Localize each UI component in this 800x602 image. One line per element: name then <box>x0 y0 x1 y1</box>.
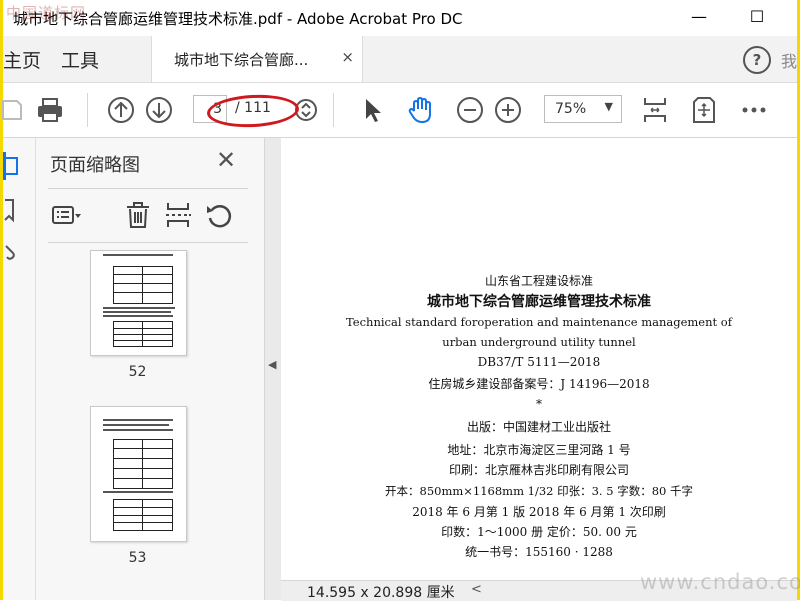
rotate-page-icon[interactable] <box>204 200 234 230</box>
panel-divider <box>48 242 248 243</box>
select-tool-icon[interactable] <box>357 95 387 125</box>
zoom-out-icon[interactable] <box>455 95 485 125</box>
tab-document-label: 城市地下综合管廊... <box>174 51 309 69</box>
doc-line: 印数：1～1000 册 定价：50. 00 元 <box>441 525 637 539</box>
scroll-left-icon[interactable]: < <box>471 582 482 597</box>
doc-line: * <box>536 397 542 411</box>
tab-bar: 主页 工具 城市地下综合管廊... × ? 我 <box>3 36 797 83</box>
thumbnail-text-line <box>103 315 173 317</box>
zoom-value: 75% <box>555 101 587 117</box>
toolbar-separator <box>333 93 334 127</box>
previous-page-icon[interactable] <box>106 95 136 125</box>
print-icon[interactable] <box>35 95 65 125</box>
full-screen-icon[interactable] <box>689 95 719 125</box>
page-thumbnail-53[interactable] <box>90 406 187 542</box>
doc-line: urban underground utility tunnel <box>442 335 636 349</box>
close-icon[interactable]: ✕ <box>216 146 236 174</box>
zoom-select[interactable]: 75% ▼ <box>544 95 622 123</box>
thumbnail-table <box>113 321 173 347</box>
navigation-pane-strip <box>3 138 36 600</box>
doc-line: 地址：北京市海淀区三里河路 1 号 <box>447 443 631 457</box>
doc-line: 住房城乡建设部备案号：J 14196—2018 <box>428 377 650 391</box>
document-view[interactable]: 山东省工程建设标准 城市地下综合管廊运维管理技术标准 Technical sta… <box>281 138 797 580</box>
help-icon[interactable]: ? <box>743 46 771 74</box>
panel-divider <box>48 188 248 189</box>
thumbnail-table <box>113 439 173 489</box>
toolbar-separator <box>87 93 88 127</box>
doc-line: Technical standard foroperation and main… <box>346 315 732 329</box>
tab-document[interactable]: 城市地下综合管廊... × <box>151 36 363 82</box>
doc-line: 2018 年 6 月第 1 版 2018 年 6 月第 1 次印刷 <box>412 505 666 519</box>
thumbnail-text-line <box>103 419 173 421</box>
thumbnail-page-number: 53 <box>128 550 147 566</box>
page-size-readout: 14.595 x 20.898 厘米 <box>307 585 455 601</box>
delete-page-icon[interactable] <box>123 200 153 230</box>
page-thumbnail-52[interactable] <box>90 250 187 356</box>
bookmarks-icon[interactable] <box>3 196 31 224</box>
doc-title: 城市地下综合管廊运维管理技术标准 <box>427 294 651 310</box>
panel-title: 页面缩略图 <box>50 155 140 176</box>
fit-page-icon[interactable] <box>640 95 670 125</box>
doc-line: DB37/T 5111—2018 <box>477 355 601 369</box>
thumbnails-panel: 页面缩略图 ✕ 52 53 <box>36 138 290 600</box>
insert-page-icon[interactable] <box>163 200 193 230</box>
thumbnail-text-line <box>103 429 173 431</box>
zoom-in-icon[interactable] <box>493 95 523 125</box>
doc-line: 开本：850mm×1168mm 1/32 印张：3. 5 字数：80 千字 <box>385 484 693 498</box>
maximize-button[interactable]: ☐ <box>737 4 777 30</box>
thumbnail-table <box>113 499 173 531</box>
more-options-icon[interactable] <box>739 95 769 125</box>
thumbnail-text-line <box>103 307 175 309</box>
watermark-top-left: 中国道标网 <box>6 4 87 22</box>
thumbnail-text-line <box>103 424 169 426</box>
thumbnail-table <box>113 266 173 304</box>
thumbnail-text-line <box>103 254 173 256</box>
chevron-down-icon: ▼ <box>604 100 613 113</box>
next-page-icon[interactable] <box>144 95 174 125</box>
thumbnail-text-line <box>103 491 173 493</box>
doc-line: 山东省工程建设标准 <box>484 274 593 288</box>
thumbnail-options-icon[interactable] <box>52 200 82 230</box>
chevron-left-icon: ◀ <box>268 358 277 371</box>
title-bar: 城市地下综合管廊运维管理技术标准.pdf - Adobe Acrobat Pro… <box>3 0 797 36</box>
tab-tools[interactable]: 工具 <box>61 46 99 73</box>
hand-tool-icon[interactable] <box>406 95 436 125</box>
doc-line: 印刷：北京雁林吉兆印刷有限公司 <box>448 463 629 477</box>
panel-collapse-handle[interactable]: ◀ <box>264 138 282 600</box>
thumbnail-text-line <box>103 311 171 313</box>
page-thumbnails-icon[interactable] <box>3 152 31 180</box>
tab-home[interactable]: 主页 <box>3 46 41 73</box>
minimize-button[interactable]: — <box>679 4 719 30</box>
sign-in-label[interactable]: 我 <box>781 48 797 72</box>
main-toolbar: / 111 75% ▼ <box>0 83 797 138</box>
doc-publisher: 出版：中国建材工业出版社 <box>466 420 611 434</box>
save-icon[interactable] <box>0 95 29 125</box>
tab-close-icon[interactable]: × <box>341 48 354 66</box>
watermark-bottom-right: www.cndao.com <box>640 570 800 594</box>
thumbnail-page-number: 52 <box>128 364 147 380</box>
attachments-icon[interactable] <box>3 238 31 266</box>
doc-line: 统一书号：155160 · 1288 <box>465 545 613 559</box>
